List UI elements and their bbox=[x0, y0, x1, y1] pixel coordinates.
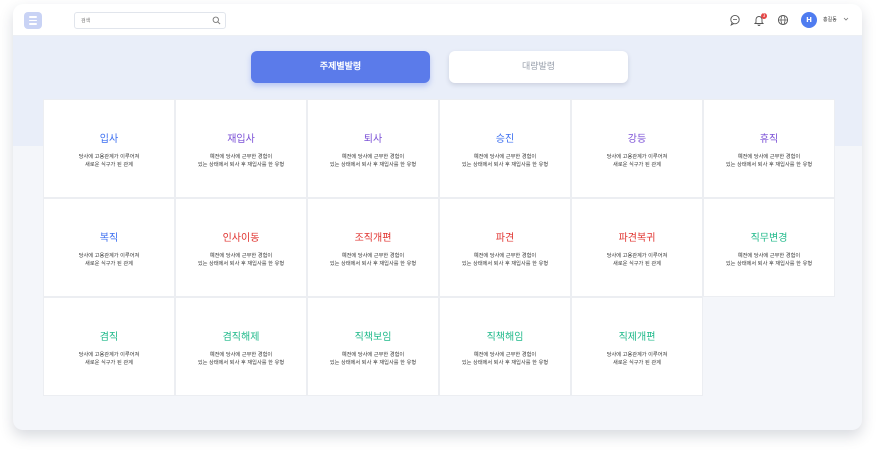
appointment-card[interactable]: 직제개편당사에 고용관계가 이루어져 새로운 식구가 된 관계 bbox=[571, 297, 703, 396]
appointment-card-title: 인사이동 bbox=[222, 233, 260, 244]
hamburger-menu-icon[interactable] bbox=[24, 12, 42, 29]
appointment-card-title: 직무변경 bbox=[750, 233, 788, 244]
appointment-card[interactable]: 퇴사예전에 당사에 근무한 경험이 있는 상태에서 퇴사 후 재입사를 한 유형 bbox=[307, 99, 439, 198]
appointment-card-title: 입사 bbox=[99, 134, 119, 145]
appointment-card[interactable]: 직책보임예전에 당사에 근무한 경험이 있는 상태에서 퇴사 후 재입사를 한 … bbox=[307, 297, 439, 396]
appointment-card[interactable]: 승진예전에 당사에 근무한 경험이 있는 상태에서 퇴사 후 재입사를 한 유형 bbox=[439, 99, 571, 198]
appointment-card-description: 당사에 고용관계가 이루어져 새로운 식구가 된 관계 bbox=[78, 352, 140, 366]
appointment-card-title: 강등 bbox=[627, 134, 647, 145]
appointment-card-description: 예전에 당사에 근무한 경험이 있는 상태에서 퇴사 후 재입사를 한 유형 bbox=[461, 253, 549, 267]
appointment-card-title: 직책보임 bbox=[354, 332, 392, 343]
appointment-card[interactable]: 입사당사에 고용관계가 이루어져 새로운 식구가 된 관계 bbox=[43, 99, 175, 198]
tab-by-topic[interactable]: 주제별발령 bbox=[251, 51, 430, 83]
search-input[interactable] bbox=[81, 15, 201, 26]
user-name[interactable]: 홍길동 bbox=[823, 16, 837, 23]
appointment-card-description: 당사에 고용관계가 이루어져 새로운 식구가 된 관계 bbox=[606, 154, 668, 168]
appointment-card-title: 휴직 bbox=[759, 134, 779, 145]
appointment-card-title: 퇴사 bbox=[363, 134, 383, 145]
appointment-card[interactable]: 재입사예전에 당사에 근무한 경험이 있는 상태에서 퇴사 후 재입사를 한 유… bbox=[175, 99, 307, 198]
appointment-card[interactable]: 겸직해제예전에 당사에 근무한 경험이 있는 상태에서 퇴사 후 재입사를 한 … bbox=[175, 297, 307, 396]
app-window: 3 H 홍길동 주제별발령 대량발령 입사당사에 고용관계가 이루어져 새로운 … bbox=[13, 4, 862, 430]
appointment-card-description: 예전에 당사에 근무한 경험이 있는 상태에서 퇴사 후 재입사를 한 유형 bbox=[329, 352, 417, 366]
appointment-card[interactable]: 파견예전에 당사에 근무한 경험이 있는 상태에서 퇴사 후 재입사를 한 유형 bbox=[439, 198, 571, 297]
appointment-card-description: 예전에 당사에 근무한 경험이 있는 상태에서 퇴사 후 재입사를 한 유형 bbox=[197, 253, 285, 267]
appointment-card-description: 예전에 당사에 근무한 경험이 있는 상태에서 퇴사 후 재입사를 한 유형 bbox=[197, 352, 285, 366]
notification-badge: 3 bbox=[761, 13, 767, 19]
top-bar: 3 H 홍길동 bbox=[13, 4, 862, 36]
appointment-card[interactable]: 직책해임예전에 당사에 근무한 경험이 있는 상태에서 퇴사 후 재입사를 한 … bbox=[439, 297, 571, 396]
appointment-card-description: 당사에 고용관계가 이루어져 새로운 식구가 된 관계 bbox=[606, 352, 668, 366]
appointment-card-description: 당사에 고용관계가 이루어져 새로운 식구가 된 관계 bbox=[78, 253, 140, 267]
appointment-card-title: 복직 bbox=[99, 233, 119, 244]
appointment-card-description: 예전에 당사에 근무한 경험이 있는 상태에서 퇴사 후 재입사를 한 유형 bbox=[725, 253, 813, 267]
appointment-card-description: 당사에 고용관계가 이루어져 새로운 식구가 된 관계 bbox=[78, 154, 140, 168]
globe-icon[interactable] bbox=[777, 14, 789, 26]
appointment-card-description: 예전에 당사에 근무한 경험이 있는 상태에서 퇴사 후 재입사를 한 유형 bbox=[725, 154, 813, 168]
appointment-card-description: 당사에 고용관계가 이루어져 새로운 식구가 된 관계 bbox=[606, 253, 668, 267]
appointment-card[interactable]: 강등당사에 고용관계가 이루어져 새로운 식구가 된 관계 bbox=[571, 99, 703, 198]
appointment-card-title: 조직개편 bbox=[354, 233, 392, 244]
appointment-card-title: 직책해임 bbox=[486, 332, 524, 343]
appointment-card[interactable]: 조직개편예전에 당사에 근무한 경험이 있는 상태에서 퇴사 후 재입사를 한 … bbox=[307, 198, 439, 297]
appointment-card-description: 예전에 당사에 근무한 경험이 있는 상태에서 퇴사 후 재입사를 한 유형 bbox=[329, 154, 417, 168]
chevron-down-icon[interactable] bbox=[843, 16, 849, 22]
appointment-card-description: 예전에 당사에 근무한 경험이 있는 상태에서 퇴사 후 재입사를 한 유형 bbox=[461, 352, 549, 366]
appointment-card[interactable]: 복직당사에 고용관계가 이루어져 새로운 식구가 된 관계 bbox=[43, 198, 175, 297]
chat-icon[interactable] bbox=[729, 14, 741, 26]
search-box[interactable] bbox=[74, 12, 226, 29]
appointment-card-title: 겸직 bbox=[99, 332, 119, 343]
appointment-card[interactable]: 직무변경예전에 당사에 근무한 경험이 있는 상태에서 퇴사 후 재입사를 한 … bbox=[703, 198, 835, 297]
search-icon[interactable] bbox=[212, 16, 221, 25]
appointment-card-title: 파견 bbox=[495, 233, 515, 244]
appointment-card-title: 직제개편 bbox=[618, 332, 656, 343]
tab-bulk[interactable]: 대량발령 bbox=[449, 51, 628, 83]
appointment-card[interactable]: 파견복귀당사에 고용관계가 이루어져 새로운 식구가 된 관계 bbox=[571, 198, 703, 297]
avatar[interactable]: H bbox=[801, 12, 817, 28]
appointment-card-description: 예전에 당사에 근무한 경험이 있는 상태에서 퇴사 후 재입사를 한 유형 bbox=[461, 154, 549, 168]
appointment-card-title: 승진 bbox=[495, 134, 515, 145]
appointment-card-title: 겸직해제 bbox=[222, 332, 260, 343]
appointment-card-description: 예전에 당사에 근무한 경험이 있는 상태에서 퇴사 후 재입사를 한 유형 bbox=[197, 154, 285, 168]
appointment-card[interactable]: 겸직당사에 고용관계가 이루어져 새로운 식구가 된 관계 bbox=[43, 297, 175, 396]
appointment-card[interactable]: 인사이동예전에 당사에 근무한 경험이 있는 상태에서 퇴사 후 재입사를 한 … bbox=[175, 198, 307, 297]
appointment-card-title: 파견복귀 bbox=[618, 233, 656, 244]
appointment-card-description: 예전에 당사에 근무한 경험이 있는 상태에서 퇴사 후 재입사를 한 유형 bbox=[329, 253, 417, 267]
appointment-card-title: 재입사 bbox=[227, 134, 255, 145]
appointment-card[interactable]: 휴직예전에 당사에 근무한 경험이 있는 상태에서 퇴사 후 재입사를 한 유형 bbox=[703, 99, 835, 198]
